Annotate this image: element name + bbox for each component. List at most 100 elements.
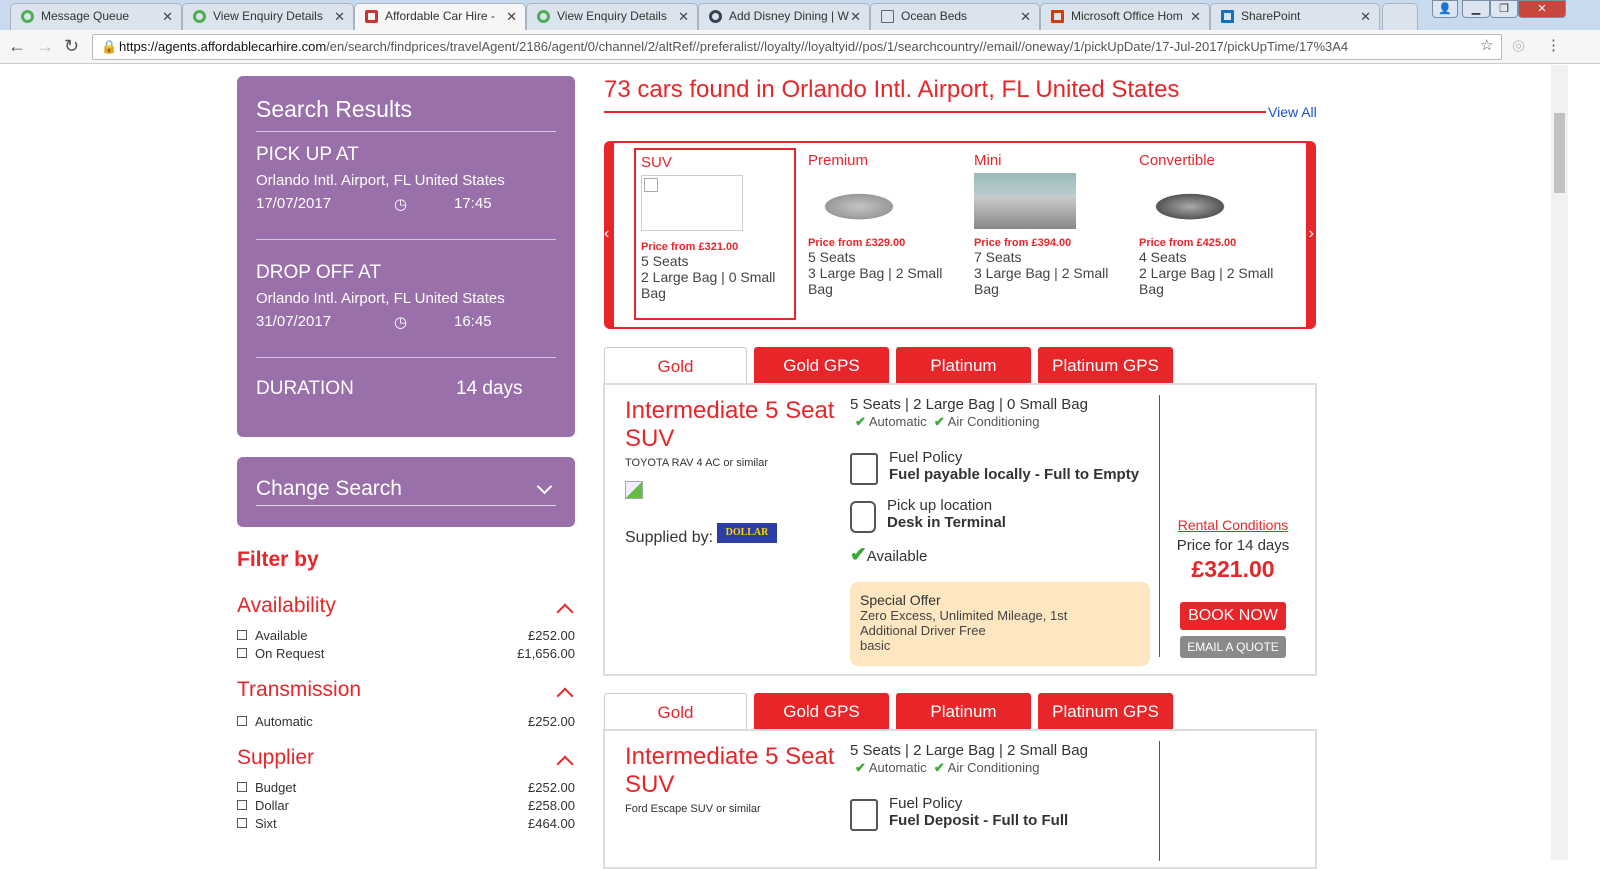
category-name: SUV xyxy=(641,154,672,171)
browser-tab[interactable]: Message Queue ✕ xyxy=(10,3,182,30)
tab-gold[interactable]: Gold xyxy=(604,693,747,729)
tab-platinum[interactable]: Platinum xyxy=(896,693,1031,729)
feature-label: Automatic xyxy=(868,414,927,429)
check-icon: ✔ xyxy=(855,414,866,429)
tab-gold-gps[interactable]: Gold GPS xyxy=(754,347,889,383)
office-icon xyxy=(1051,10,1064,23)
lock-icon: 🔒 xyxy=(101,39,118,54)
chevron-left-icon[interactable]: ‹ xyxy=(604,225,609,243)
rental-conditions-link[interactable]: Rental Conditions xyxy=(1178,517,1289,533)
clock-icon: ◷ xyxy=(394,196,408,213)
email-quote-button[interactable]: EMAIL A QUOTE xyxy=(1180,636,1286,658)
tab-platinum-gps[interactable]: Platinum GPS xyxy=(1038,347,1173,383)
page-scrollbar[interactable] xyxy=(1551,65,1568,860)
profile-icon[interactable]: 👤 xyxy=(1432,0,1458,18)
broken-image-icon xyxy=(625,481,643,499)
restore-button[interactable]: ❐ xyxy=(1490,0,1518,18)
rate-tabs: Gold Gold GPS Platinum Platinum GPS xyxy=(604,693,1316,731)
tab-platinum-gps[interactable]: Platinum GPS xyxy=(1038,693,1173,729)
filter-group-title[interactable]: Availability xyxy=(237,594,575,618)
url-input[interactable]: 🔒 https://agents.affordablecarhire.com/en… xyxy=(92,34,1502,60)
browser-tab-active[interactable]: Affordable Car Hire - ✕ xyxy=(354,3,526,30)
browser-tab[interactable]: Add Disney Dining | W ✕ xyxy=(698,3,870,30)
chevron-down-icon xyxy=(536,478,553,495)
category-seats: 5 Seats xyxy=(808,249,856,265)
menu-icon[interactable]: ⋮ xyxy=(1546,36,1561,54)
browser-tab[interactable]: View Enquiry Details ✕ xyxy=(526,3,698,30)
tab-title: Affordable Car Hire - xyxy=(385,9,495,23)
reload-icon[interactable]: ↻ xyxy=(64,36,79,57)
filter-option-price: £464.00 xyxy=(528,815,575,831)
price-value: £321.00 xyxy=(1191,556,1275,582)
price-label: Price for 14 days xyxy=(1176,537,1290,554)
pickup-location: Orlando Intl. Airport, FL United States xyxy=(256,172,505,189)
tab-title: Microsoft Office Hom xyxy=(1071,9,1183,23)
close-icon[interactable]: ✕ xyxy=(1360,4,1371,29)
duration-label: DURATION xyxy=(256,378,354,399)
filter-group-title[interactable]: Supplier xyxy=(237,746,575,770)
back-icon[interactable]: ← xyxy=(8,36,26,57)
tab-favicon-icon xyxy=(537,10,550,23)
tab-gold-gps[interactable]: Gold GPS xyxy=(754,693,889,729)
view-all-link[interactable]: View All xyxy=(1266,104,1317,120)
category-seats: 7 Seats xyxy=(974,249,1022,265)
tab-gold[interactable]: Gold xyxy=(604,347,747,383)
checkbox[interactable] xyxy=(237,647,247,658)
filter-group-title[interactable]: Transmission xyxy=(237,678,575,702)
availability-status: Available xyxy=(866,548,928,565)
tab-title: View Enquiry Details xyxy=(557,9,667,23)
browser-tab[interactable]: SharePoint ✕ xyxy=(1210,3,1380,30)
close-icon[interactable]: ✕ xyxy=(850,4,861,29)
chevron-right-icon[interactable]: › xyxy=(1309,225,1314,243)
fuel-policy-value: Fuel payable locally - Full to Empty xyxy=(889,466,1140,483)
minimize-button[interactable]: ▁ xyxy=(1462,0,1490,18)
checkbox[interactable] xyxy=(237,715,247,726)
tab-favicon-icon xyxy=(709,10,722,23)
checkbox[interactable] xyxy=(237,817,247,828)
star-icon[interactable]: ☆ xyxy=(1480,36,1493,54)
car-specs: 5 Seats | 2 Large Bag | 0 Small Bag xyxy=(850,396,1088,413)
filter-title: Filter by xyxy=(237,548,319,571)
browser-tab[interactable]: Microsoft Office Hom ✕ xyxy=(1040,3,1210,30)
browser-tab[interactable]: Ocean Beds ✕ xyxy=(870,3,1040,30)
pickup-location-value: Desk in Terminal xyxy=(887,514,1006,531)
checkbox[interactable] xyxy=(237,799,247,810)
supplied-by-label: Supplied by: xyxy=(625,529,714,546)
close-icon[interactable]: ✕ xyxy=(1190,4,1201,29)
car-image xyxy=(1139,173,1241,229)
panel-title: Search Results xyxy=(256,96,412,122)
tab-title: Ocean Beds xyxy=(901,9,968,23)
pickup-location-label: Pick up location xyxy=(887,497,993,514)
checkbox[interactable] xyxy=(237,781,247,792)
new-tab-button[interactable] xyxy=(1382,3,1418,30)
close-icon[interactable]: ✕ xyxy=(334,4,345,29)
scrollbar-thumb[interactable] xyxy=(1554,113,1565,193)
browser-tab[interactable]: View Enquiry Details ✕ xyxy=(182,3,354,30)
category-seats: 5 Seats xyxy=(641,253,689,269)
extension-icon[interactable]: ◎ xyxy=(1512,36,1525,54)
car-image xyxy=(974,173,1076,229)
change-search-button[interactable]: Change Search xyxy=(237,457,575,527)
url-host: https://agents.affordablecarhire.com xyxy=(119,39,327,54)
category-suv[interactable]: SUV Price from £321.00 5 Seats 2 Large B… xyxy=(634,148,796,320)
tab-platinum[interactable]: Platinum xyxy=(896,347,1031,383)
category-premium[interactable]: Premium Price from £329.00 5 Seats 3 Lar… xyxy=(803,152,965,297)
checkbox[interactable] xyxy=(237,629,247,640)
fuel-policy-label: Fuel Policy xyxy=(889,795,963,812)
url-path: /en/search/findprices/travelAgent/2186/a… xyxy=(326,39,1349,54)
forward-icon[interactable]: → xyxy=(36,36,54,57)
offer-text: Zero Excess, Unlimited Mileage, 1st Addi… xyxy=(860,608,1068,638)
feature-label: Automatic xyxy=(868,760,927,775)
category-mini[interactable]: Mini Price from £394.00 7 Seats 3 Large … xyxy=(969,152,1131,297)
close-icon[interactable]: ✕ xyxy=(162,4,173,29)
close-icon[interactable]: ✕ xyxy=(678,4,689,29)
close-icon[interactable]: ✕ xyxy=(506,4,517,29)
category-convertible[interactable]: Convertible Price from £425.00 4 Seats 2… xyxy=(1134,152,1296,297)
check-icon: ✔ xyxy=(933,760,945,775)
offer-note: basic xyxy=(860,638,891,653)
close-icon[interactable]: ✕ xyxy=(1020,4,1031,29)
tab-title: Add Disney Dining | W xyxy=(729,9,849,23)
book-now-button[interactable]: BOOK NOW xyxy=(1180,602,1286,630)
close-window-button[interactable]: ✕ xyxy=(1518,0,1566,18)
filter-panel: Filter by Availability Available £252.00 … xyxy=(237,548,575,832)
